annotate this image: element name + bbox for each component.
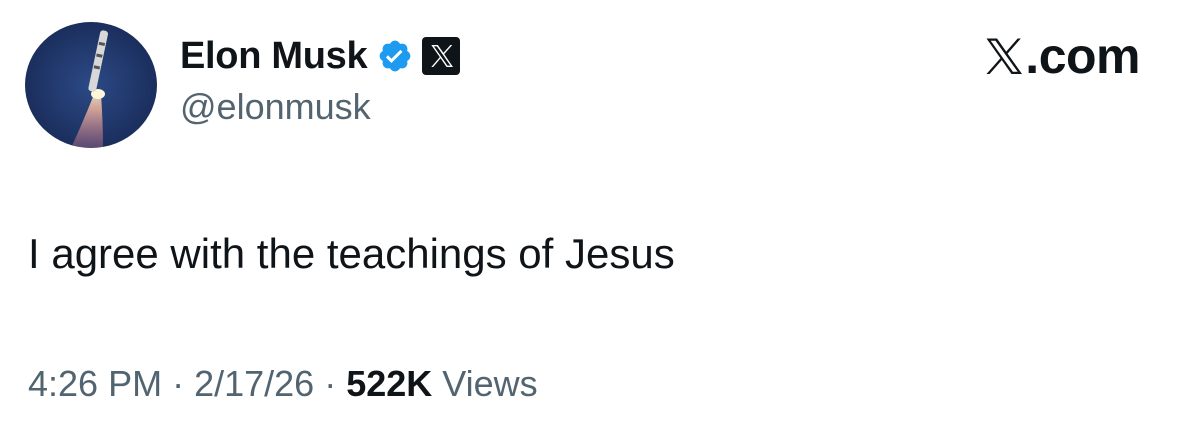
- verified-badge-icon: [377, 38, 413, 74]
- meta-separator: ·: [172, 363, 185, 404]
- tweet-text: I agree with the teachings of Jesus: [28, 230, 675, 277]
- brand-watermark: .com: [984, 30, 1140, 82]
- author-display-name[interactable]: Elon Musk: [180, 35, 368, 78]
- rocket-launch-avatar-image: [25, 22, 157, 148]
- author-name-row: Elon Musk: [180, 30, 461, 82]
- avatar[interactable]: [25, 22, 157, 148]
- tweet-meta: 4:26 PM · 2/17/26 · 522K Views: [28, 362, 538, 406]
- brand-domain-suffix: .com: [1025, 28, 1140, 84]
- brand-x-logo-icon: [984, 36, 1024, 76]
- views-label: Views: [442, 363, 538, 404]
- x-logo-icon[interactable]: [421, 36, 461, 76]
- tweet-date[interactable]: 2/17/26: [194, 362, 314, 406]
- meta-separator: ·: [324, 363, 337, 404]
- tweet-card: Elon Musk @elonmusk .com I agree with th…: [0, 0, 1200, 430]
- tweet-time[interactable]: 4:26 PM: [28, 362, 162, 406]
- author-handle[interactable]: @elonmusk: [180, 86, 371, 128]
- views-count[interactable]: 522K: [346, 362, 432, 406]
